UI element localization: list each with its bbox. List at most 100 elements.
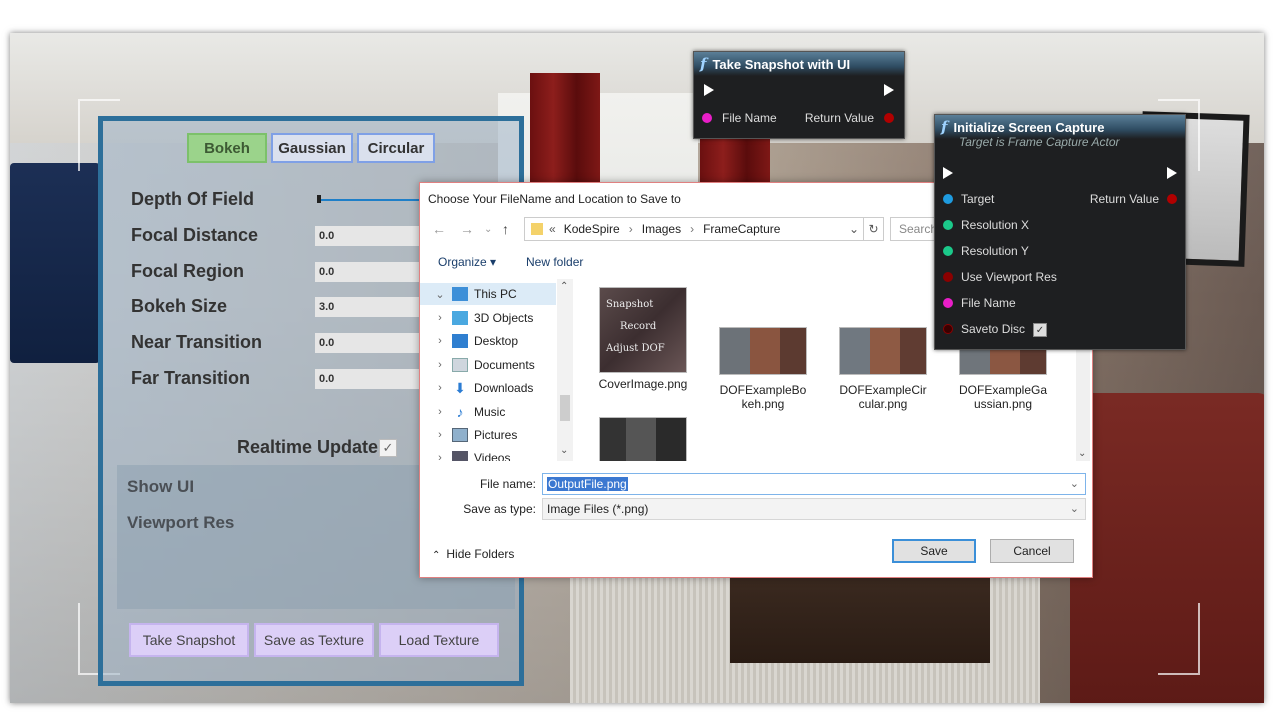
depth-of-field-slider-handle[interactable] [317, 195, 321, 203]
far-transition-field[interactable]: 0.0 [315, 369, 435, 389]
take-snapshot-node[interactable]: f Take Snapshot with UI File Name Return… [693, 51, 905, 139]
file-item[interactable]: DOFExampleBokeh.png [708, 327, 818, 411]
chevron-right-icon[interactable]: › [432, 312, 448, 324]
recent-chevron-icon[interactable]: ⌄ [484, 224, 492, 235]
file-name-input[interactable]: OutputFile.png ⌄ [542, 473, 1086, 495]
chevron-right-icon[interactable]: › [432, 406, 448, 418]
pin-label: File Name [722, 111, 777, 125]
back-arrow-icon[interactable]: ← [432, 221, 446, 237]
file-name: DOFExampleBokeh.png [719, 383, 807, 411]
file-name: DOFExampleCircular.png [839, 383, 927, 411]
resolution-x-pin[interactable] [943, 220, 953, 230]
file-item[interactable] [588, 417, 698, 461]
nav-pane-scrollbar[interactable]: ⌃ ⌄ [557, 279, 573, 461]
focal-distance-field[interactable]: 0.0 [315, 226, 435, 246]
path-prefix: « [549, 222, 556, 236]
path-separator: › [690, 222, 695, 236]
scroll-down-icon[interactable]: ⌄ [560, 445, 568, 456]
nav-item-this-pc[interactable]: ⌄ This PC [420, 283, 556, 305]
resolution-x-pin-row: Resolution X [935, 215, 1185, 235]
exec-in-pin[interactable] [704, 84, 714, 96]
refresh-icon[interactable]: ↻ [864, 217, 884, 241]
nav-item-label: 3D Objects [474, 311, 534, 325]
realtime-update-checkbox[interactable]: ✓ [379, 439, 397, 457]
thumbnail-text: Record [620, 321, 657, 332]
new-folder-button[interactable]: New folder [526, 255, 583, 269]
file-name-pin[interactable] [943, 298, 953, 308]
path-part-images[interactable]: Images [642, 222, 681, 236]
load-texture-button[interactable]: Load Texture [379, 623, 499, 657]
hide-folders-toggle[interactable]: ⌃ Hide Folders [432, 547, 514, 561]
cover-image-thumbnail: Snapshot Record Adjust DOF [599, 287, 687, 373]
use-viewport-res-pin[interactable] [943, 272, 953, 282]
chevron-right-icon[interactable]: › [432, 359, 448, 371]
resolution-y-pin-row: Resolution Y [935, 241, 1185, 261]
address-dropdown-icon[interactable]: ⌄ [849, 222, 859, 236]
exec-out-pin[interactable] [884, 84, 894, 96]
up-arrow-icon[interactable]: ↑ [502, 221, 509, 237]
file-item[interactable]: DOFExampleCircular.png [828, 327, 938, 411]
nav-item-videos[interactable]: › Videos [420, 447, 556, 461]
tab-bokeh[interactable]: Bokeh [187, 133, 267, 163]
file-name: CoverImage.png [598, 377, 688, 391]
path-part-kodespire[interactable]: KodeSpire [564, 222, 620, 236]
save-type-label: Save as type: [463, 502, 536, 516]
pin-label: Resolution X [961, 218, 1030, 232]
nav-item-desktop[interactable]: › Desktop [420, 330, 556, 352]
cube-icon [452, 311, 468, 325]
nav-item-music[interactable]: › ♪ Music [420, 401, 556, 423]
nav-item-downloads[interactable]: › ⬇ Downloads [420, 377, 556, 399]
file-name: DOFExampleGaussian.png [958, 383, 1048, 411]
return-value-pin[interactable] [884, 113, 894, 123]
chevron-right-icon[interactable]: › [432, 382, 448, 394]
nav-item-documents[interactable]: › Documents [420, 354, 556, 376]
focal-region-field[interactable]: 0.0 [315, 262, 435, 282]
exec-in-pin[interactable] [943, 167, 953, 179]
tab-gaussian[interactable]: Gaussian [271, 133, 353, 163]
nav-item-pictures[interactable]: › Pictures [420, 424, 556, 446]
saveto-disc-checkbox[interactable]: ✓ [1033, 323, 1047, 337]
near-transition-field[interactable]: 0.0 [315, 333, 435, 353]
scrollbar-thumb[interactable] [560, 395, 570, 421]
take-snapshot-button[interactable]: Take Snapshot [129, 623, 249, 657]
frame-corner [1158, 603, 1200, 675]
chevron-down-icon[interactable]: ⌄ [1070, 474, 1079, 494]
thumbnail-text: Snapshot [606, 299, 654, 310]
save-button[interactable]: Save [892, 539, 976, 563]
path-part-framecapture[interactable]: FrameCapture [703, 222, 780, 236]
save-as-texture-button[interactable]: Save as Texture [254, 623, 374, 657]
save-type-select[interactable]: Image Files (*.png) ⌄ [542, 498, 1086, 520]
show-ui-label: Show UI [127, 477, 195, 496]
cancel-button[interactable]: Cancel [990, 539, 1074, 563]
bokeh-size-field[interactable]: 3.0 [315, 297, 435, 317]
nav-item-3d-objects[interactable]: › 3D Objects [420, 307, 556, 329]
file-name-pin[interactable] [702, 113, 712, 123]
target-pin[interactable] [943, 194, 953, 204]
forward-arrow-icon[interactable]: → [460, 221, 474, 237]
tab-circular[interactable]: Circular [357, 133, 435, 163]
address-bar[interactable]: « KodeSpire › Images › FrameCapture ⌄ [524, 217, 864, 241]
chevron-down-icon[interactable]: ⌄ [432, 288, 448, 301]
depth-of-field-slider[interactable] [317, 199, 427, 201]
bokeh-size-label: Bokeh Size [131, 296, 228, 316]
pin-label: Return Value [1089, 192, 1159, 206]
file-item[interactable]: Snapshot Record Adjust DOF CoverImage.pn… [588, 287, 698, 391]
nav-item-label: Pictures [474, 428, 518, 442]
exec-out-pin[interactable] [1167, 167, 1177, 179]
scroll-up-icon[interactable]: ⌃ [560, 281, 568, 292]
return-value-pin[interactable] [1167, 194, 1177, 204]
initialize-screen-capture-node[interactable]: f Initialize Screen Capture Target is Fr… [934, 114, 1186, 350]
navigation-pane: ⌄ This PC › 3D Objects › Desktop › Docum… [420, 279, 574, 461]
chevron-right-icon[interactable]: › [432, 452, 448, 461]
saveto-disc-pin[interactable] [943, 324, 953, 334]
chevron-right-icon[interactable]: › [432, 429, 448, 441]
file-name-pin-row: File Name [935, 293, 1185, 313]
save-type-row: Save as type: Image Files (*.png) ⌄ [420, 498, 1092, 520]
organize-menu[interactable]: Organize ▾ [438, 255, 496, 269]
scroll-down-icon[interactable]: ⌄ [1078, 448, 1086, 459]
resolution-y-pin[interactable] [943, 246, 953, 256]
chevron-right-icon[interactable]: › [432, 335, 448, 347]
chevron-down-icon[interactable]: ⌄ [1070, 499, 1079, 519]
computer-icon [452, 287, 468, 301]
function-icon: f [941, 118, 948, 136]
